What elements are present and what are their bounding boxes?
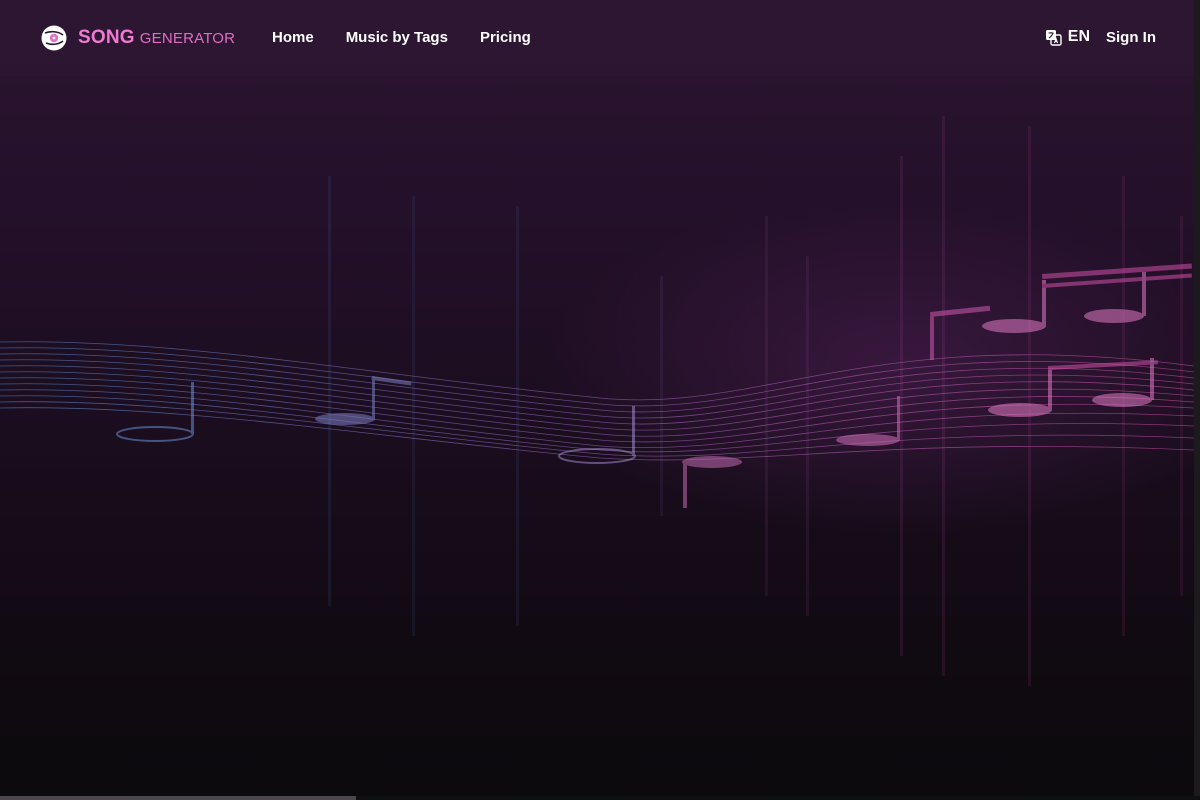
horizontal-scrollbar[interactable] [0, 796, 1200, 800]
nav-link-pricing[interactable]: Pricing [480, 29, 531, 47]
brand-logo[interactable]: SONG GENERATOR [40, 24, 235, 52]
language-switcher[interactable]: EN [1045, 28, 1090, 46]
header-actions: EN Sign In [1045, 28, 1156, 46]
brand-name-primary: SONG [78, 27, 135, 48]
horizontal-scrollbar-thumb[interactable] [0, 796, 356, 800]
main-nav: Home Music by Tags Pricing [272, 29, 531, 47]
top-navbar: SONG GENERATOR Home Music by Tags Pricin… [0, 0, 1194, 76]
nav-link-music-by-tags[interactable]: Music by Tags [346, 29, 448, 47]
sign-in-link[interactable]: Sign In [1106, 29, 1156, 46]
music-note-1 [116, 382, 194, 442]
vinyl-disc-icon [41, 25, 67, 51]
translate-icon [1045, 29, 1062, 46]
language-label: EN [1067, 28, 1090, 45]
brand-name-secondary: GENERATOR [139, 30, 236, 47]
vertical-scrollbar[interactable] [1194, 0, 1200, 796]
nav-link-home[interactable]: Home [272, 29, 314, 47]
brand-name: SONG GENERATOR [78, 27, 235, 49]
hero-music-wave-illustration [0, 116, 1194, 686]
